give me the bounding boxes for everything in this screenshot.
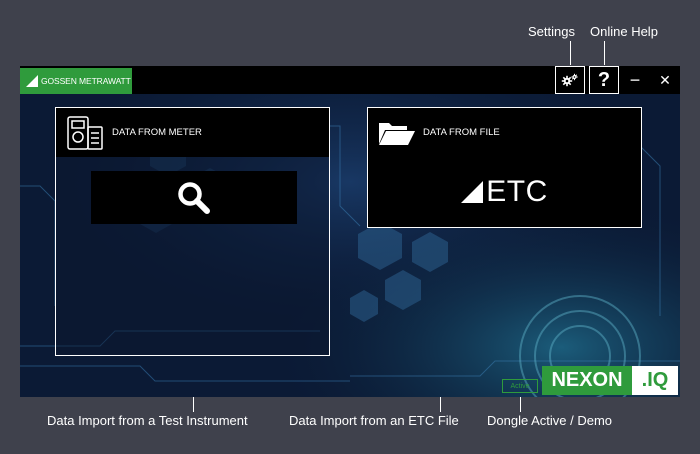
online-help-button[interactable]: ? [589,66,619,94]
search-meter-button[interactable] [91,171,297,224]
etc-label: ETC [486,175,548,208]
online-help-callout: Online Help [590,24,658,39]
minimize-button[interactable]: − [620,66,650,94]
data-from-meter-panel: DATA FROM METER [55,107,330,356]
online-help-callout-line [604,41,605,65]
settings-button[interactable] [555,66,585,94]
etc-file-button[interactable]: ETC [368,157,641,227]
folder-icon [379,122,415,145]
close-button[interactable]: ✕ [650,66,680,94]
meter-panel-title: DATA FROM METER [112,127,202,138]
gossen-metrawatt-logo: GOSSEN METRAWATT [20,68,132,94]
gears-icon [561,73,578,87]
dongle-callout: Dongle Active / Demo [487,413,613,428]
logo-triangle-icon [26,75,38,87]
etc-triangle-icon [461,181,484,203]
import-etc-callout: Data Import from an ETC File [289,413,459,428]
search-icon [178,181,210,214]
title-bar: GOSSEN METRAWATT ? − ✕ [20,66,680,94]
test-instrument-icon [67,115,103,150]
logo-text: GOSSEN METRAWATT [41,76,131,86]
data-from-file-panel[interactable]: DATA FROM FILE ETC [367,107,642,228]
minimize-icon: − [629,69,641,90]
file-panel-title: DATA FROM FILE [423,127,500,138]
nexon-iq-logo: NEXON .IQ [542,366,678,395]
nexon-logo-text: NEXON [542,366,632,395]
app-window: GOSSEN METRAWATT ? − ✕ DATA FROM METER D… [20,66,680,397]
dongle-status-badge: Active [502,379,538,393]
iq-logo-text: .IQ [632,366,678,395]
question-mark-icon: ? [597,68,611,91]
close-icon: ✕ [659,71,671,88]
file-panel-header: DATA FROM FILE [368,108,641,157]
import-meter-callout: Data Import from a Test Instrument [47,413,248,428]
settings-callout: Settings [528,24,575,39]
meter-panel-header: DATA FROM METER [56,108,329,157]
settings-callout-line [570,41,571,65]
